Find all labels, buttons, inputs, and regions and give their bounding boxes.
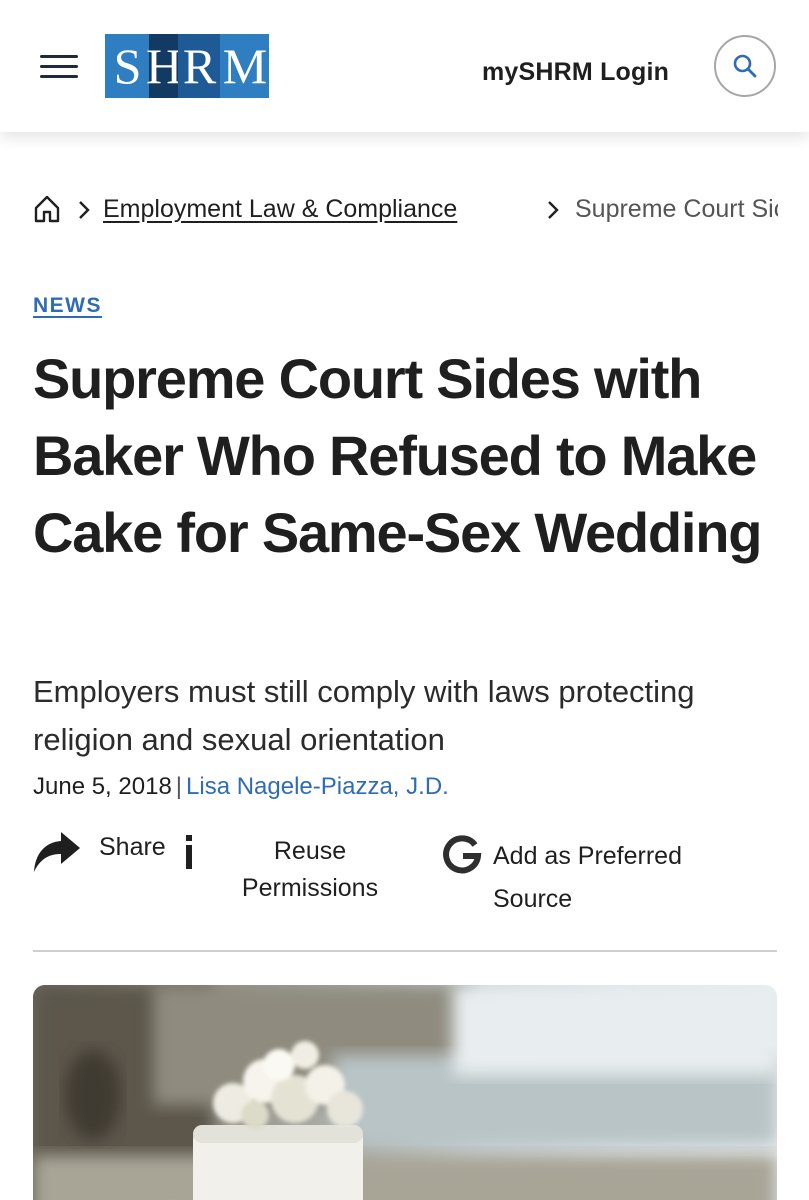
site-header: S H R M mySHRM Login (0, 0, 809, 132)
divider (33, 950, 777, 952)
logo-letter-s: S (105, 34, 149, 98)
search-icon (733, 54, 757, 78)
byline: June 5, 2018 | Lisa Nagele-Piazza, J.D. (33, 773, 449, 801)
news-category-link[interactable]: NEWS (33, 294, 102, 318)
chevron-right-icon (79, 201, 90, 219)
breadcrumb: Employment Law & Compliance Supreme Cour… (33, 192, 778, 228)
author-link[interactable]: Lisa Nagele-Piazza, J.D. (186, 773, 449, 800)
add-preferred-source-link[interactable]: Add as Preferred Source (493, 835, 753, 921)
breadcrumb-current: Supreme Court Sic (575, 195, 778, 223)
article-deck: Employers must still comply with laws pr… (33, 674, 695, 757)
shrm-logo[interactable]: S H R M (105, 34, 269, 98)
wedding-cake-illustration (33, 985, 777, 1200)
share-arrow-icon[interactable] (33, 830, 81, 874)
breadcrumb-link-employment-law[interactable]: Employment Law & Compliance (103, 195, 457, 224)
publish-date: June 5, 2018 (33, 773, 172, 800)
myshrm-login-link[interactable]: mySHRM Login (482, 58, 669, 87)
logo-letter-r: R (178, 34, 220, 98)
chevron-right-icon (548, 201, 559, 219)
info-icon[interactable] (183, 835, 195, 869)
byline-separator: | (175, 773, 183, 800)
logo-letter-m: M (220, 34, 269, 98)
share-button[interactable]: Share (99, 833, 166, 862)
article-headline: Supreme Court Sides with Baker Who Refus… (33, 347, 763, 564)
hamburger-menu-icon[interactable] (40, 55, 78, 79)
reuse-permissions-link[interactable]: Reuse Permissions (230, 833, 390, 907)
logo-letter-h: H (146, 34, 182, 98)
google-g-icon[interactable] (442, 834, 482, 874)
wedding-cake-photo (33, 985, 777, 1200)
search-button[interactable] (714, 35, 776, 97)
home-icon[interactable] (33, 194, 61, 224)
